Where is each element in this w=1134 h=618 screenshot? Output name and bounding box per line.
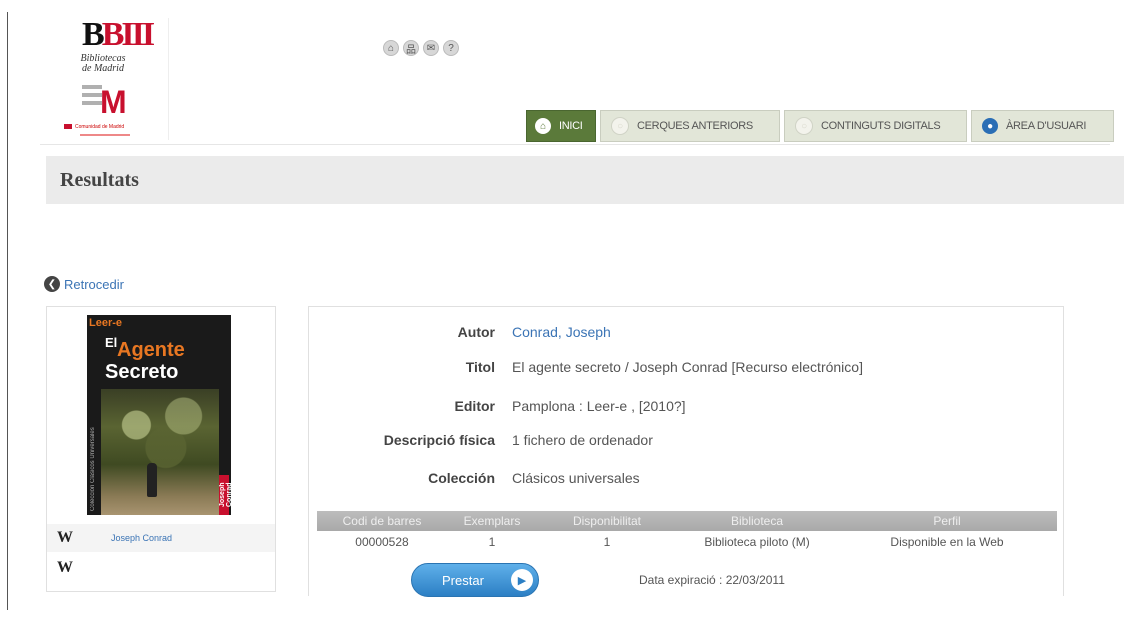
table-cell: Disponible en la Web xyxy=(890,535,1004,549)
cover-trees xyxy=(101,389,219,479)
wikipedia-author-link[interactable]: Joseph Conrad xyxy=(111,533,172,543)
logo-subtitle: Bibliotecas de Madrid xyxy=(80,53,126,74)
comunidad-text: Comunidad de Madrid xyxy=(75,124,125,130)
help-icon[interactable]: ? xyxy=(443,40,459,56)
wikipedia-icon[interactable]: W xyxy=(47,529,97,547)
header-divider xyxy=(40,144,1110,145)
copies-table-header: Codi de barres Exemplars Disponibilitat … xyxy=(317,511,1057,531)
cover-title-line2: Secreto xyxy=(105,361,179,383)
side-link-row: W xyxy=(47,554,275,582)
field-value: 1 fichero de ordenador xyxy=(512,432,653,448)
table-row: 00000528 1 1 Biblioteca piloto (M) Dispo… xyxy=(317,533,1057,551)
field-value: Pamplona : Leer-e , [2010?] xyxy=(512,398,686,414)
field-label: Colección xyxy=(428,470,495,486)
cover-figure xyxy=(147,463,157,497)
table-cell: 1 xyxy=(603,535,611,549)
library-logo[interactable]: BBIII Bibliotecas de Madrid M Comunidad … xyxy=(60,18,168,142)
history-icon: ○ xyxy=(611,117,629,135)
field-titol: Titol El agente secreto / Joseph Conrad … xyxy=(309,359,1059,381)
digital-content-icon: ○ xyxy=(795,117,813,135)
cover-title-line1: Agente xyxy=(117,339,185,361)
tab-cerques-anteriors[interactable]: ○ CERQUES ANTERIORS xyxy=(600,110,780,142)
table-cell: 00000528 xyxy=(355,535,409,549)
column-header: Perfil xyxy=(933,514,961,528)
field-value: El agente secreto / Joseph Conrad [Recur… xyxy=(512,359,863,375)
utility-icons: ⌂ 品 ✉ ? xyxy=(383,40,459,56)
tab-label: INICI xyxy=(559,120,583,132)
field-autor: Autor Conrad, Joseph xyxy=(309,324,1059,346)
column-header: Disponibilitat xyxy=(572,514,642,528)
tab-label: CONTINGUTS DIGITALS xyxy=(821,120,941,132)
field-descripcio: Descripció física 1 fichero de ordenador xyxy=(309,432,1059,454)
logo-divider xyxy=(168,18,169,140)
page-title: Resultats xyxy=(60,169,139,191)
field-label: Titol xyxy=(465,359,495,375)
cover-collection-spine: Colección Clásicos Universales xyxy=(90,427,96,511)
home-icon: ⌂ xyxy=(535,118,551,134)
back-link[interactable]: ❮ Retrocedir xyxy=(44,276,124,292)
cover-author-spine: Joseph Conrad xyxy=(219,475,231,515)
tab-label: ÀREA D'USUARI xyxy=(1006,120,1087,132)
column-header: Exemplars xyxy=(463,514,521,528)
cover-title-article: El xyxy=(105,335,118,350)
column-header: Biblioteca xyxy=(730,514,784,528)
expiry-date: Data expiració : 22/03/2011 xyxy=(639,573,785,587)
wikipedia-icon[interactable]: W xyxy=(47,559,97,577)
cover-panel: Leer-e El Agente Secreto Colección Clási… xyxy=(46,306,276,592)
side-link-row: W Joseph Conrad xyxy=(47,524,275,552)
tab-area-usuari[interactable]: ● ÀREA D'USUARI xyxy=(971,110,1114,142)
lend-button-label: Prestar xyxy=(442,572,484,588)
logo-m-letter: M xyxy=(100,84,127,117)
left-border xyxy=(7,12,8,610)
field-label: Autor xyxy=(457,324,495,340)
field-editor: Editor Pamplona : Leer-e , [2010?] xyxy=(309,398,1059,420)
record-detail-panel: Autor Conrad, Joseph Titol El agente sec… xyxy=(308,306,1064,597)
main-nav-tabs: ⌂ INICI ○ CERQUES ANTERIORS ○ CONTINGUTS… xyxy=(526,110,1114,142)
comunidad-label: Comunidad de Madrid xyxy=(64,124,144,132)
bm-logo-text: BIII xyxy=(101,16,155,53)
mail-icon[interactable]: ✉ xyxy=(423,40,439,56)
tab-label: CERQUES ANTERIORS xyxy=(637,120,753,132)
back-arrow-icon: ❮ xyxy=(44,276,60,292)
book-cover[interactable]: Leer-e El Agente Secreto Colección Clási… xyxy=(87,315,231,515)
tab-continguts-digitals[interactable]: ○ CONTINGUTS DIGITALS xyxy=(784,110,967,142)
author-link[interactable]: Conrad, Joseph xyxy=(512,324,611,340)
bm-logo-mark: BBIII xyxy=(82,16,155,53)
table-cell: Biblioteca piloto (M) xyxy=(704,535,810,549)
field-label: Editor xyxy=(454,398,495,414)
column-header: Codi de barres xyxy=(342,514,422,528)
field-coleccion: Colección Clásicos universales xyxy=(309,470,1059,492)
field-label: Descripció física xyxy=(383,432,495,448)
cover-brand: Leer-e xyxy=(89,317,123,329)
user-icon: ● xyxy=(982,118,998,134)
field-value: Clásicos universales xyxy=(512,470,640,486)
comunidad-madrid-logo-icon: M xyxy=(82,84,127,117)
flag-icon xyxy=(64,124,72,130)
results-header: Resultats xyxy=(46,156,1124,204)
table-cell: 1 xyxy=(488,535,496,549)
lend-button[interactable]: Prestar ▶ xyxy=(411,563,539,597)
back-link-label: Retrocedir xyxy=(64,276,124,292)
arrow-right-icon: ▶ xyxy=(511,569,533,591)
sitemap-icon[interactable]: 品 xyxy=(403,40,419,56)
home-icon[interactable]: ⌂ xyxy=(383,40,399,56)
tab-inici[interactable]: ⌂ INICI xyxy=(526,110,596,142)
logo-underline xyxy=(80,134,130,136)
